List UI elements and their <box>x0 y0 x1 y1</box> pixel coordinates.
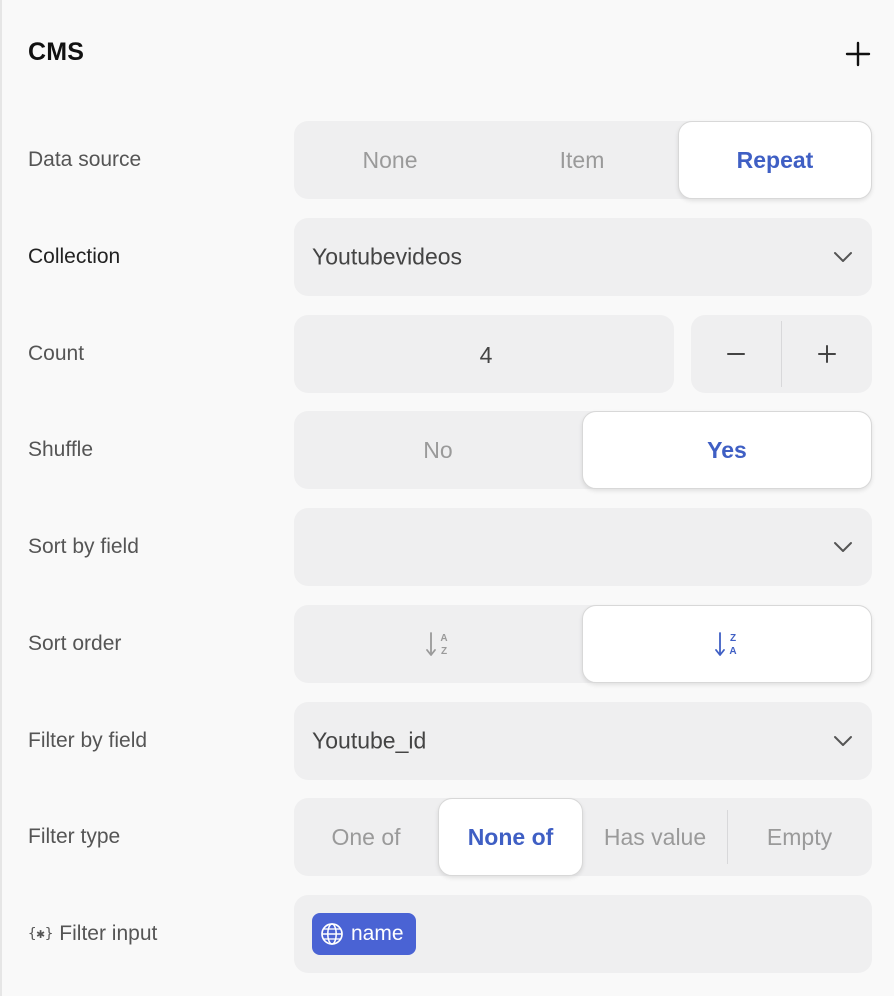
count-stepper <box>691 315 872 393</box>
row-filter-by-field: Filter by field Youtube_id <box>2 701 894 781</box>
chevron-down-icon <box>834 252 852 262</box>
sort-ascending-option[interactable]: A Z <box>294 605 582 683</box>
shuffle-option-no[interactable]: No <box>294 411 582 489</box>
row-filter-input: {✱} Filter input name <box>2 894 894 974</box>
variable-icon: {✱} <box>28 926 54 943</box>
svg-text:Z: Z <box>441 646 447 657</box>
row-filter-type: Filter type One of None of Has value Emp… <box>2 797 894 877</box>
filter-by-field-select[interactable]: Youtube_id <box>294 702 872 780</box>
svg-text:A: A <box>440 633 447 644</box>
data-source-option-item[interactable]: Item <box>486 121 678 199</box>
filter-input-label: {✱} Filter input <box>28 922 157 946</box>
increment-button[interactable] <box>782 315 872 393</box>
globe-icon <box>321 923 343 945</box>
svg-text:A: A <box>729 646 736 657</box>
sort-descending-option[interactable]: Z A <box>582 605 872 683</box>
row-sort-order: Sort order A Z Z A <box>2 604 894 684</box>
sort-descending-za-icon: Z A <box>715 632 737 657</box>
sort-ascending-az-icon: A Z <box>426 632 448 657</box>
count-label: Count <box>28 342 85 365</box>
svg-text:Z: Z <box>730 633 736 644</box>
sort-by-field-select[interactable] <box>294 508 872 586</box>
count-input-box <box>294 315 678 395</box>
filter-type-option-has-value[interactable]: Has value <box>583 798 727 876</box>
shuffle-segmented-control: No Yes <box>294 411 872 489</box>
filter-type-option-one-of[interactable]: One of <box>294 798 438 876</box>
data-source-segmented-control: None Item Repeat <box>294 121 872 199</box>
token-label: name <box>351 922 404 945</box>
collection-label: Collection <box>28 245 121 268</box>
row-sort-by-field: Sort by field <box>2 507 894 587</box>
plus-icon <box>845 41 871 67</box>
section-title: CMS <box>28 38 85 66</box>
add-button[interactable] <box>840 36 876 72</box>
minus-icon <box>727 353 745 355</box>
filter-type-option-none-of[interactable]: None of <box>438 798 583 876</box>
sort-order-label: Sort order <box>28 632 122 655</box>
filter-input-label-text: Filter input <box>59 922 158 945</box>
data-source-label: Data source <box>28 148 142 171</box>
chevron-down-icon <box>834 736 852 746</box>
variable-token[interactable]: name <box>312 913 416 955</box>
decrement-button[interactable] <box>691 315 781 393</box>
row-count: Count <box>2 314 894 395</box>
row-shuffle: Shuffle No Yes <box>2 410 894 490</box>
cms-header: CMS <box>2 0 894 110</box>
sort-order-segmented-control: A Z Z A <box>294 605 872 683</box>
chevron-down-icon <box>834 542 852 552</box>
shuffle-label: Shuffle <box>28 438 93 461</box>
filter-input-field[interactable]: name <box>294 895 872 973</box>
filter-type-option-empty[interactable]: Empty <box>727 798 872 876</box>
filter-type-segmented-control: One of None of Has value Empty <box>294 798 872 876</box>
collection-value: Youtubevideos <box>312 243 463 270</box>
data-source-option-none[interactable]: None <box>294 121 486 199</box>
filter-type-label: Filter type <box>28 825 121 848</box>
filter-by-field-label: Filter by field <box>28 729 148 752</box>
data-source-option-repeat[interactable]: Repeat <box>678 121 872 199</box>
count-input[interactable] <box>294 315 678 395</box>
sort-by-field-label: Sort by field <box>28 535 139 558</box>
collection-select[interactable]: Youtubevideos <box>294 218 872 296</box>
row-collection: Collection Youtubevideos <box>2 217 894 297</box>
row-data-source: Data source None Item Repeat <box>2 120 894 200</box>
plus-icon <box>818 345 836 363</box>
cms-panel: CMS Data source None Item Repeat Collect… <box>0 0 894 996</box>
filter-by-field-value: Youtube_id <box>312 727 427 754</box>
shuffle-option-yes[interactable]: Yes <box>582 411 872 489</box>
